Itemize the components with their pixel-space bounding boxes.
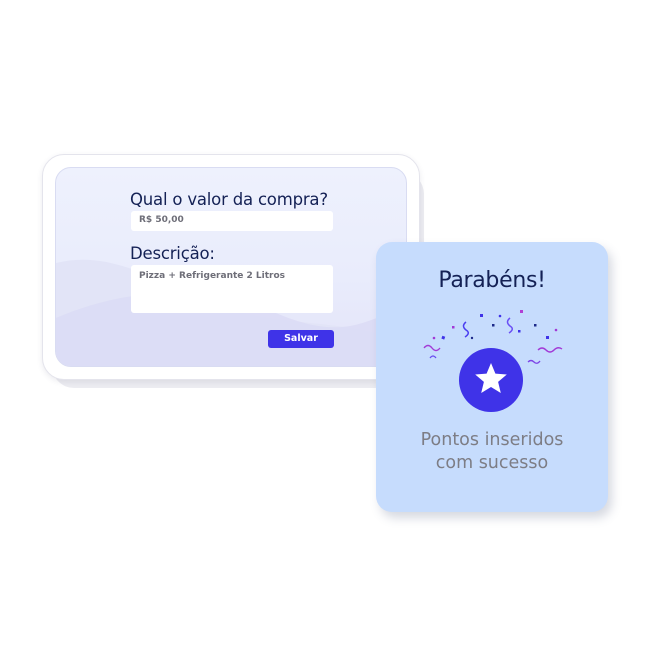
star-icon <box>475 363 507 393</box>
amount-input[interactable]: R$ 50,00 <box>131 211 333 231</box>
success-message-line2: com sucesso <box>435 453 549 473</box>
purchase-form: Qual o valor da compra? R$ 50,00 Descriç… <box>55 167 407 367</box>
success-title: Parabéns! <box>438 268 546 293</box>
description-textarea[interactable]: Pizza + Refrigerante 2 Litros <box>131 265 333 313</box>
amount-question: Qual o valor da compra? <box>130 190 328 209</box>
success-message-line1: Pontos inseridos <box>420 430 564 450</box>
success-message: Pontos inseridos com sucesso <box>376 429 608 475</box>
tablet-frame: Qual o valor da compra? R$ 50,00 Descriç… <box>42 154 420 380</box>
star-badge <box>459 348 523 412</box>
success-card: Parabéns! Pontos inseridos com sucesso <box>376 242 608 512</box>
description-label: Descrição: <box>130 244 215 263</box>
illustration: Qual o valor da compra? R$ 50,00 Descriç… <box>0 0 650 651</box>
save-button[interactable]: Salvar <box>268 330 334 348</box>
